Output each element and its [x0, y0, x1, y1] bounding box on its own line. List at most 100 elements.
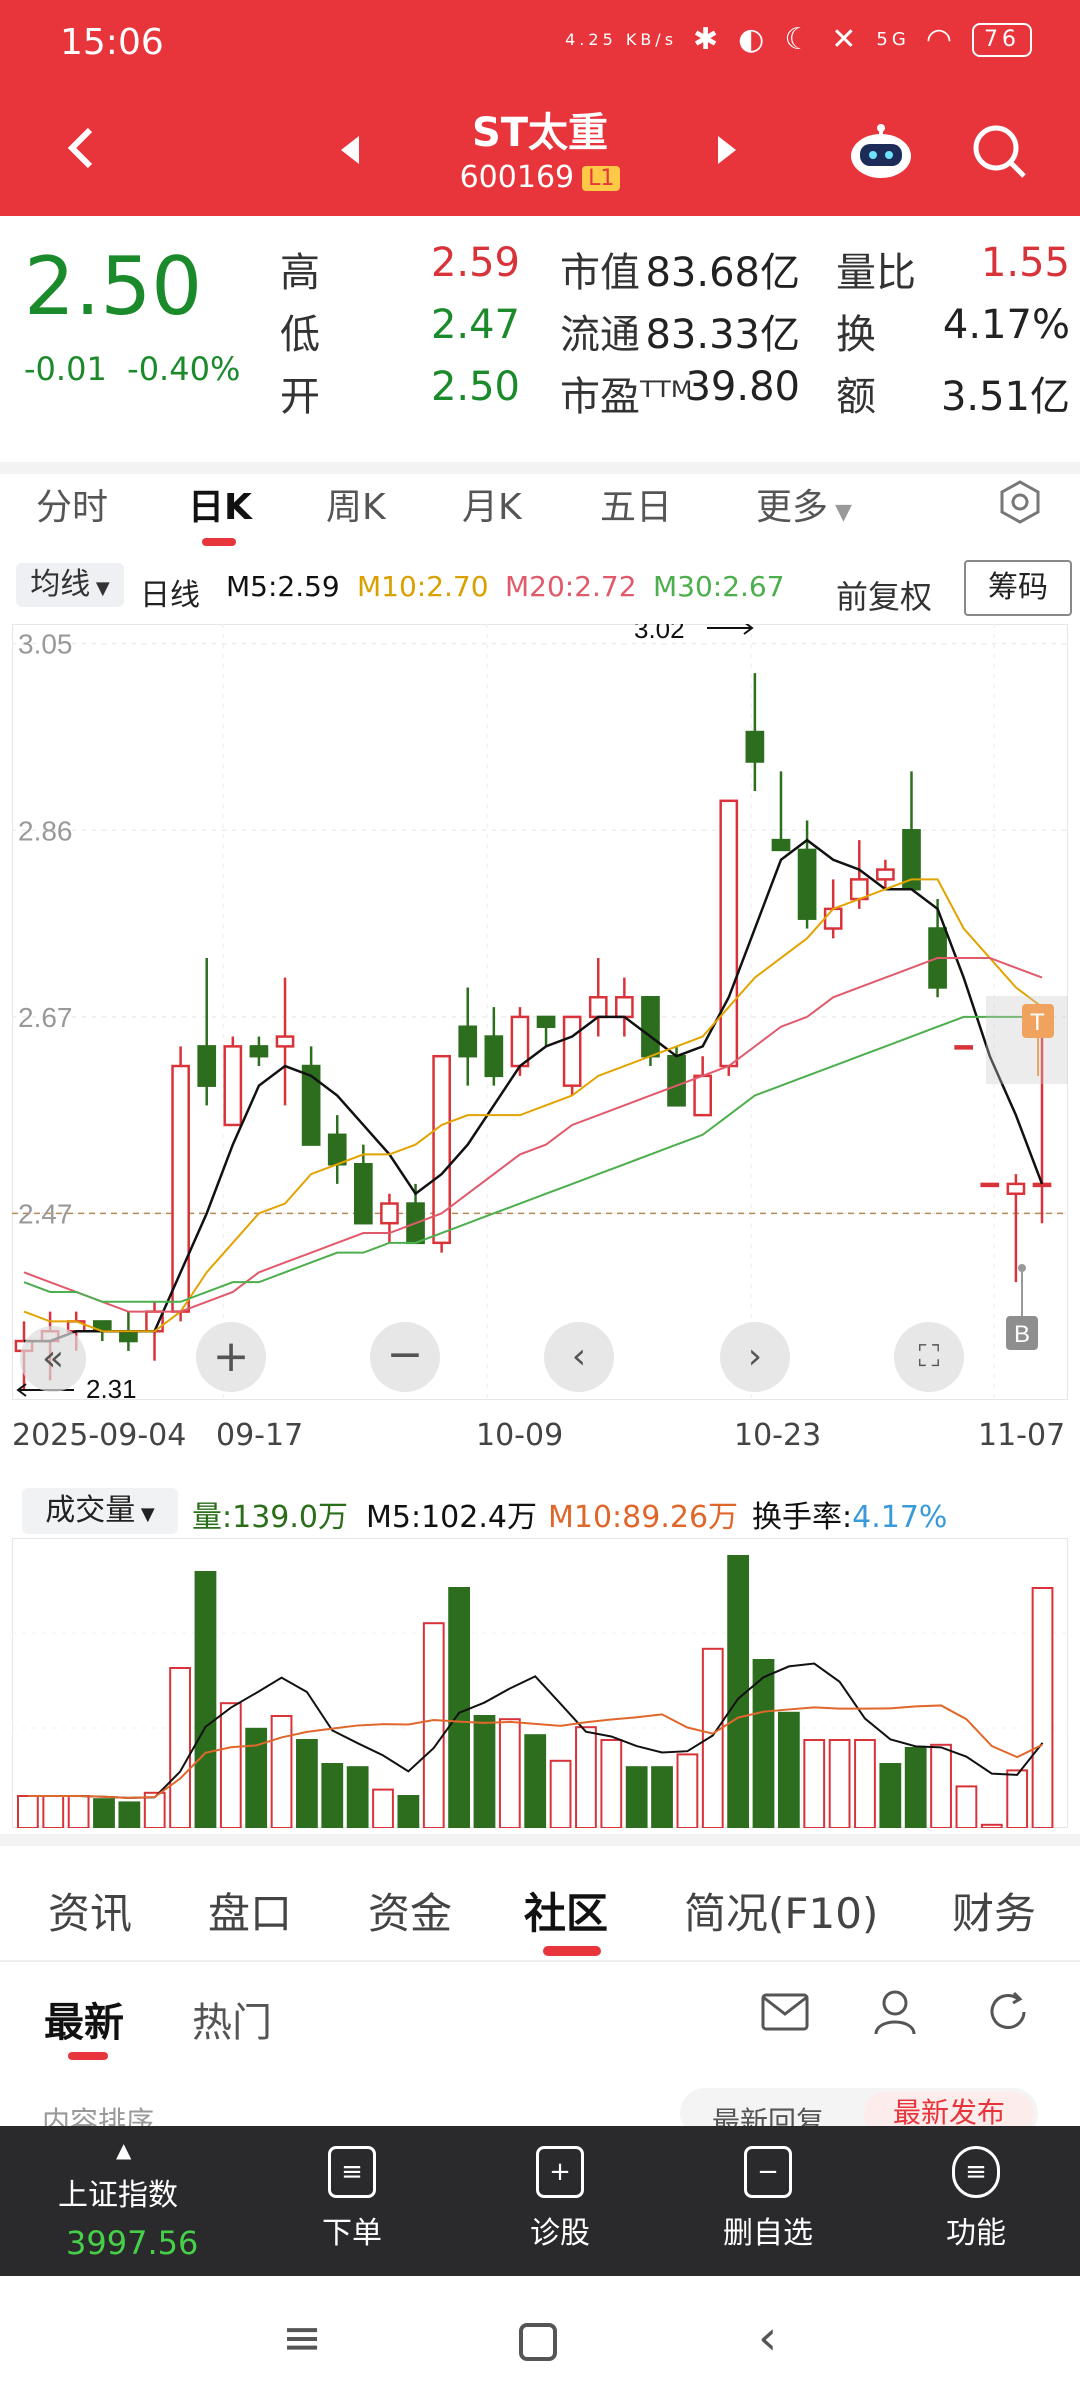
- volume-bar: [575, 1726, 597, 1828]
- arrow-right-icon: [707, 624, 754, 635]
- low-label: 低: [280, 312, 320, 358]
- mcap-value: 83.68亿: [645, 250, 800, 296]
- buy-tag: B: [1014, 1321, 1030, 1348]
- volume-bar: [194, 1571, 217, 1828]
- volume-ratio-label: 量比: [836, 250, 916, 296]
- function-button[interactable]: ≡ 功能: [896, 2146, 1056, 2252]
- volume-m5: M5:102.4万: [366, 1500, 537, 1535]
- turnover-value: 4.17%: [942, 302, 1070, 348]
- robot-assistant-icon[interactable]: [846, 122, 916, 182]
- back-button[interactable]: [54, 118, 114, 178]
- home-icon[interactable]: [516, 2310, 560, 2376]
- back-nav-icon[interactable]: ‹: [758, 2310, 777, 2366]
- tab-intraday[interactable]: 分时: [36, 478, 108, 530]
- volume-bar: [803, 1739, 826, 1828]
- volume-bar: [828, 1739, 851, 1828]
- volume-bar: [321, 1763, 344, 1828]
- vibrate-icon: ◐: [738, 22, 769, 57]
- volume-bar: [980, 1823, 1003, 1828]
- low-value: 2.47: [430, 302, 520, 348]
- candle-body: [771, 838, 791, 852]
- refresh-icon[interactable]: [984, 1988, 1032, 2040]
- remove-watchlist-button[interactable]: − 删自选: [688, 2146, 848, 2252]
- tab-monthly-k[interactable]: 月K: [462, 478, 522, 530]
- stock-name: ST太重: [471, 110, 609, 156]
- settings-hexagon-icon[interactable]: [996, 478, 1044, 530]
- tab-hot[interactable]: 热门: [192, 1990, 272, 2048]
- ma-dropdown-label: 均线: [30, 567, 91, 602]
- prev-stock-button[interactable]: [335, 130, 375, 170]
- kline-chart[interactable]: 3.05 2.86 2.67 2.47 3.02 2.31 T B: [12, 624, 1068, 1400]
- candle-body: [797, 848, 817, 920]
- plus-case-icon: +: [536, 2146, 584, 2198]
- tab-daily-k[interactable]: 日K: [188, 478, 252, 530]
- candle-body: [1006, 1182, 1026, 1195]
- tab-latest[interactable]: 最新: [44, 1990, 124, 2048]
- menu-icon[interactable]: ≡: [282, 2310, 322, 2366]
- candle-body: [954, 1045, 974, 1050]
- volume-bar: [67, 1795, 90, 1828]
- tab-finance[interactable]: 财务: [952, 1880, 1036, 1941]
- open-value: 2.50: [430, 364, 520, 410]
- index-value: 3997.56: [66, 2224, 199, 2262]
- order-button[interactable]: ≡ 下单: [272, 2146, 432, 2252]
- volume-bar: [651, 1766, 673, 1828]
- next-stock-button[interactable]: [712, 130, 752, 170]
- volume-bar: [17, 1795, 39, 1828]
- collapse-left-button[interactable]: «: [20, 1326, 86, 1392]
- divider: [0, 1960, 1080, 1962]
- active-subtab-indicator: [68, 2052, 108, 2060]
- tab-orderbook[interactable]: 盘口: [208, 1880, 292, 1941]
- volume-bar: [701, 1647, 724, 1828]
- ma-dropdown[interactable]: 均线 ▼: [16, 563, 124, 607]
- search-icon[interactable]: [970, 122, 1030, 182]
- volume-bar: [524, 1734, 547, 1828]
- fullscreen-icon[interactable]: ⛶: [894, 1322, 964, 1392]
- tab-f10[interactable]: 简况(F10): [684, 1880, 878, 1941]
- tab-weekly-k[interactable]: 周K: [326, 478, 386, 530]
- turnover-rate-value: 4.17%: [852, 1500, 948, 1535]
- volume-bar: [422, 1622, 445, 1828]
- tab-community[interactable]: 社区: [524, 1880, 608, 1941]
- tab-five-day[interactable]: 五日: [600, 478, 672, 530]
- x-label: 11-07: [978, 1418, 1066, 1453]
- mail-icon[interactable]: [760, 1990, 810, 2038]
- x-label: 10-09: [476, 1418, 564, 1453]
- volume-bar: [372, 1788, 394, 1828]
- volume-bar: [118, 1801, 141, 1828]
- tag-dot: [1018, 1264, 1026, 1272]
- candle-body: [641, 996, 660, 1058]
- diagnose-button[interactable]: + 诊股: [480, 2146, 640, 2252]
- order-label: 下单: [322, 2216, 382, 2251]
- scroll-left-button[interactable]: ‹: [544, 1322, 614, 1392]
- tab-more[interactable]: 更多 ▼: [756, 478, 852, 530]
- open-label: 开: [280, 374, 320, 420]
- index-name[interactable]: 上证指数: [58, 2170, 178, 2214]
- chips-button[interactable]: 筹码: [964, 560, 1072, 616]
- volume-bar: [676, 1753, 699, 1828]
- amount-value: 3.51亿: [940, 374, 1070, 420]
- candle-body: [745, 730, 765, 763]
- candle-body: [562, 1015, 582, 1087]
- volume-bar: [473, 1715, 496, 1828]
- volume-dropdown[interactable]: 成交量 ▼: [22, 1488, 178, 1534]
- user-icon[interactable]: [872, 1988, 918, 2040]
- stock-code: 600169: [459, 160, 575, 195]
- chart-frame: [12, 624, 1068, 1400]
- tab-capital[interactable]: 资金: [368, 1880, 452, 1941]
- zoom-out-button[interactable]: −: [370, 1322, 440, 1392]
- net-speed: 4.25 KB/s: [565, 29, 678, 49]
- volume-bar: [600, 1739, 623, 1828]
- section-separator: [0, 1834, 1080, 1846]
- volume-chart[interactable]: [12, 1538, 1068, 1828]
- status-icons: 4.25 KB/s ✱ ◐ ☾ ✕ 5G ◠ 76: [565, 22, 1032, 57]
- zoom-in-button[interactable]: +: [196, 1322, 266, 1392]
- y-axis-ticks: 3.05 2.86 2.67 2.47: [18, 629, 73, 1230]
- candle-body: [353, 1163, 373, 1225]
- ma30-value: M30:2.67: [653, 570, 785, 603]
- tab-news[interactable]: 资讯: [48, 1880, 132, 1941]
- volume-m10: M10:89.26万: [548, 1500, 739, 1535]
- adjust-toggle[interactable]: 前复权: [836, 572, 932, 618]
- candle-body: [823, 907, 843, 930]
- scroll-right-button[interactable]: ›: [720, 1322, 790, 1392]
